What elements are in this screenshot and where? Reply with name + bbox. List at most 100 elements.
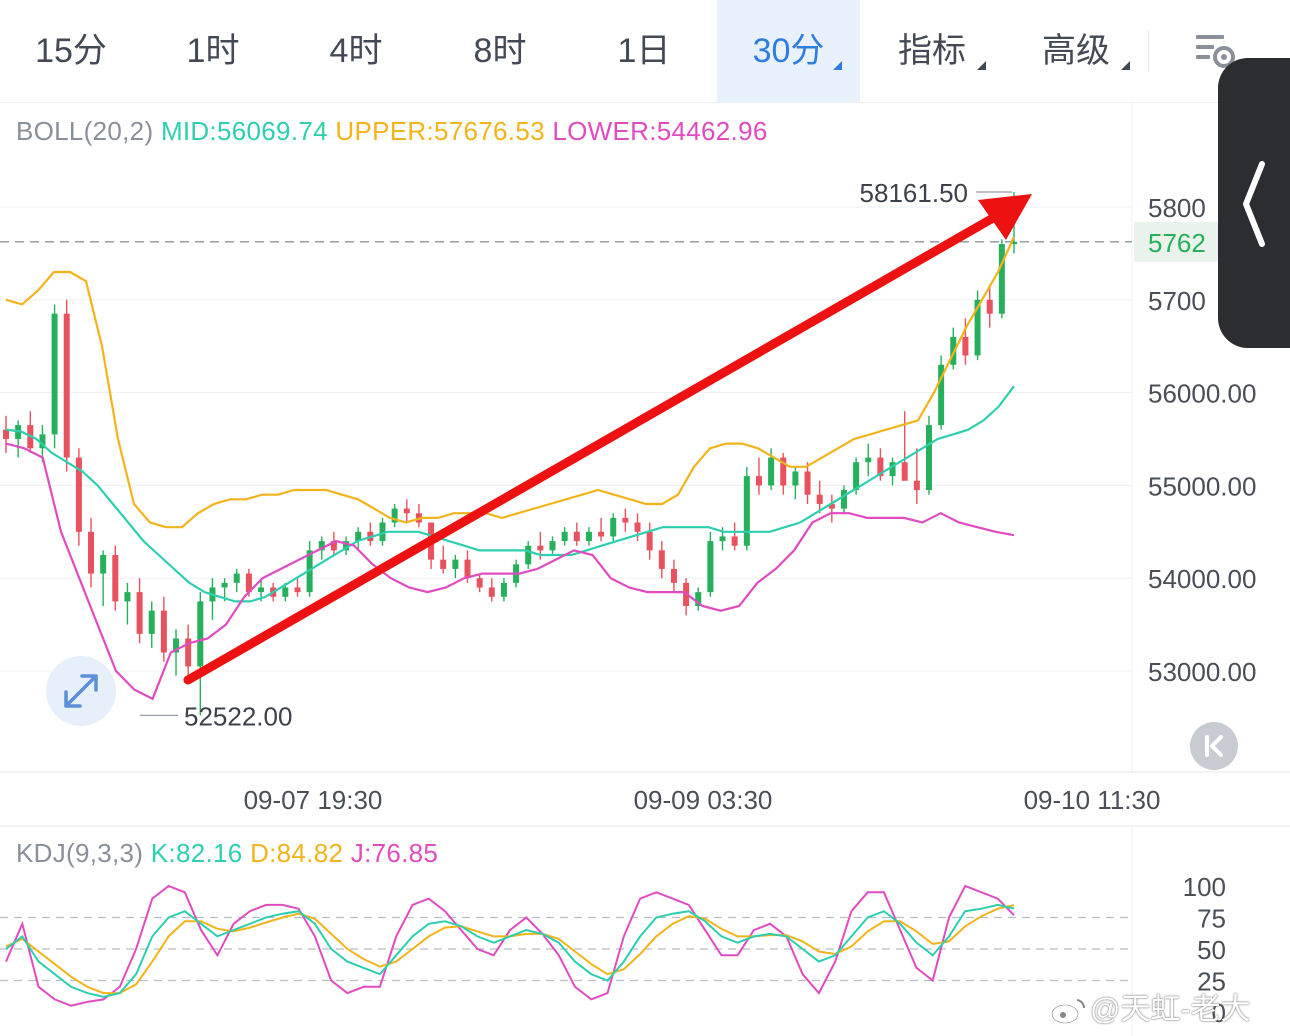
candle-body: [148, 610, 155, 634]
candle-body: [986, 299, 993, 314]
candle-body: [598, 531, 605, 537]
candlestick-series: [3, 192, 1017, 716]
candle-body: [525, 545, 532, 565]
candle-body: [282, 587, 289, 597]
candle-body: [622, 517, 629, 523]
price-tick-label: 56000.00: [1148, 379, 1256, 409]
kdj-tick-label: 100: [1183, 872, 1226, 902]
candle-body: [136, 592, 143, 634]
candle-body: [63, 313, 70, 458]
candle-body: [816, 494, 823, 504]
price-tick-label: 53000.00: [1148, 657, 1256, 687]
candle-body: [804, 471, 811, 495]
kdj-legend: KDJ(9,3,3) K:82.16 D:84.82 J:76.85: [16, 838, 438, 869]
watermark: @天虹-老大: [1050, 984, 1250, 1028]
candle-body: [464, 559, 471, 579]
time-tick-label: 09-07 19:30: [244, 785, 383, 815]
candle-body: [221, 582, 228, 588]
skip-to-latest-icon[interactable]: [1190, 722, 1238, 770]
kdj-j-value: J:76.85: [350, 838, 439, 868]
candle-body: [853, 462, 860, 491]
candle-body: [634, 522, 641, 532]
candle-body: [294, 587, 301, 593]
candle-body: [233, 573, 240, 583]
tab-8h[interactable]: 8时: [428, 0, 572, 102]
candle-body: [755, 476, 762, 486]
tab-30m[interactable]: 30分: [717, 0, 860, 102]
candle-body: [549, 541, 556, 551]
expand-arrows-icon[interactable]: [46, 656, 116, 726]
kdj-series: [5, 884, 1015, 1007]
price-tick-label: 55000.00: [1148, 471, 1256, 501]
price-tick-label: 5700: [1148, 286, 1206, 316]
kdj-tick-label: 50: [1197, 935, 1226, 965]
tab-advanced[interactable]: 高级: [1004, 0, 1148, 102]
watermark-text: @天虹-老大: [1090, 993, 1251, 1026]
candle-body: [537, 545, 544, 551]
tab-15m[interactable]: 15分: [0, 0, 142, 102]
candle-body: [901, 462, 908, 481]
candle-body: [112, 555, 119, 602]
candle-body: [197, 601, 204, 667]
candle-body: [707, 541, 714, 593]
candle-body: [160, 610, 167, 653]
candle-body: [646, 531, 653, 551]
boll-legend: BOLL(20,2) MID:56069.74 UPPER:57676.53 L…: [16, 116, 768, 147]
boll-bands: [5, 236, 1016, 701]
candle-body: [585, 531, 592, 542]
kdj-d-value: D:84.82: [250, 838, 344, 868]
candle-body: [792, 471, 799, 486]
dropdown-corner-icon: [977, 61, 986, 70]
boll-name: BOLL(20,2): [16, 116, 154, 146]
kdj-k-value: K:82.16: [150, 838, 243, 868]
trend-arrow: [183, 194, 1032, 685]
tab-1h[interactable]: 1时: [142, 0, 284, 102]
candle-body: [124, 592, 131, 602]
candle-body: [476, 578, 483, 588]
trend-arrow-shaft: [183, 209, 1005, 685]
dropdown-corner-icon: [833, 61, 842, 70]
price-tick-label: 5800: [1148, 193, 1206, 223]
boll-lower-line: [5, 442, 1015, 701]
candle-body: [913, 480, 920, 491]
chevron-left-icon: [1243, 161, 1265, 247]
low-price-label: 52522.00: [184, 701, 292, 731]
candle-body: [840, 490, 847, 509]
side-panel-toggle[interactable]: [1218, 58, 1290, 348]
boll-mid-value: MID:56069.74: [160, 116, 328, 146]
candle-body: [743, 476, 750, 546]
candle-body: [998, 244, 1005, 314]
price-tick-label: 54000.00: [1148, 564, 1256, 594]
kline-chart[interactable]: 5800 5700 56000.00 55000.00 54000.00 53000.00…: [0, 0, 1290, 1036]
candle-body: [719, 536, 726, 542]
time-tick-label: 09-09 03:30: [634, 785, 773, 815]
candle-body: [925, 425, 932, 491]
candle-body: [440, 559, 447, 569]
dropdown-corner-icon: [1121, 61, 1130, 70]
candle-body: [610, 517, 617, 537]
tab-1d[interactable]: 1日: [572, 0, 716, 102]
candle-body: [768, 457, 775, 486]
candle-body: [573, 531, 580, 542]
candle-body: [500, 582, 507, 597]
candle-body: [561, 531, 568, 542]
candle-body: [3, 429, 9, 439]
candle-body: [403, 508, 410, 514]
kdj-j-line: [5, 884, 1015, 1007]
candle-body: [865, 457, 872, 463]
weibo-logo-icon: [1050, 999, 1086, 1025]
candle-body: [488, 587, 495, 597]
candle-body: [670, 568, 677, 583]
tab-indicators[interactable]: 指标: [860, 0, 1004, 102]
tab-4h[interactable]: 4时: [284, 0, 428, 102]
candle-body: [962, 336, 969, 356]
candle-body: [452, 559, 459, 569]
candle-body: [51, 313, 58, 435]
time-tick-label: 09-10 11:30: [1024, 785, 1161, 815]
current-price-label: 5762: [1148, 228, 1206, 258]
candle-body: [100, 555, 107, 574]
kdj-k-line: [5, 903, 1015, 998]
kdj-tick-label: 75: [1197, 904, 1226, 934]
candle-body: [258, 587, 265, 593]
high-price-label: 58161.50: [860, 178, 968, 208]
